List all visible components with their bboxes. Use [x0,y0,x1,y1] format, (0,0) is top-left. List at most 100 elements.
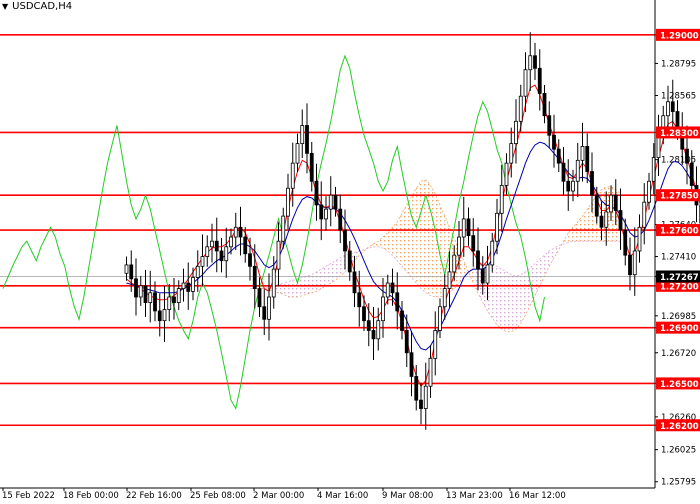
cloud-segment [307,275,312,295]
candle-body [462,219,465,237]
candle-body [177,289,180,303]
y-tick-label: 1.25795 [661,478,696,488]
candle-body [310,153,313,181]
cloud-segment [497,266,502,329]
candle-body [263,307,266,320]
candle-body [391,283,394,293]
candle-body [363,307,366,321]
x-tick-label: 15 Feb 2022 [2,491,55,500]
candle-body [410,353,413,377]
cloud-segment [507,272,512,332]
chevron-down-icon[interactable]: ▼ [2,2,8,11]
cloud-segment [288,280,293,297]
candle-body [325,209,328,219]
x-tick-label: 2 Mar 00:00 [253,491,304,500]
x-tick-label: 4 Mar 16:00 [317,491,368,500]
candle-body [619,211,622,231]
candle-body [320,205,323,219]
y-tick-label: 1.26025 [661,446,696,456]
candle-body [154,293,157,311]
candle-body [372,330,375,338]
y-tick-label: 1.28565 [661,92,696,102]
candle-body [182,283,185,289]
candle-body [505,163,508,185]
symbol-label[interactable]: ▼USDCAD,H4 [2,1,72,12]
candle-body [562,163,565,181]
candle-body [291,163,294,188]
y-tick-label: 1.28105 [661,156,696,166]
candle-body [192,277,195,291]
candle-body [215,241,218,251]
candle-body [334,195,337,209]
candle-body [348,251,351,272]
candle-body [605,212,608,227]
cloud-segment [279,283,284,294]
candle-body [258,289,261,307]
current-price-label: 1.27267 [660,273,699,283]
candle-body [168,297,171,310]
candle-body [272,269,275,297]
candle-body [339,209,342,230]
cloud-segment [412,188,417,283]
y-tick-label: 1.26985 [661,312,696,322]
x-tick-label: 13 Mar 23:00 [446,491,503,500]
candle-body [624,230,627,255]
candle-body [386,283,389,297]
candle-body [443,289,446,307]
x-tick-label: 25 Feb 08:00 [190,491,246,500]
candle-body [496,213,499,241]
candle-body [690,163,693,185]
candle-body [230,237,233,247]
candle-body [515,121,518,143]
level-price-label: 1.28300 [660,129,699,139]
candle-body [477,251,480,269]
candle-body [315,181,318,205]
candle-body [643,202,646,227]
x-tick-label: 18 Feb 00:00 [63,491,119,500]
candle-body [253,266,256,288]
level-price-label: 1.26200 [660,422,699,432]
candle-body [600,216,603,227]
candle-body [633,251,636,275]
chart-canvas[interactable]: 1.287951.285651.281051.276401.274101.269… [0,0,700,500]
candle-body [491,241,494,265]
cloud-segment [326,264,331,286]
candle-body [467,219,470,236]
candle-body [135,279,138,297]
price-chart[interactable]: 1.287951.285651.281051.276401.274101.269… [0,0,700,500]
candle-body [581,146,584,160]
cloud-segment [407,197,412,278]
candle-body [201,257,204,267]
candle-body [239,227,242,237]
candle-body [211,241,214,247]
candle-body [448,272,451,289]
candle-body [500,185,503,213]
candle-body [144,286,147,303]
candle-body [244,237,247,254]
candle-body [405,330,408,352]
candle-body [358,293,361,307]
cloud-segment [502,269,507,332]
candle-body [519,96,522,121]
candle-body [524,70,527,96]
cloud-segment [431,185,436,297]
level-price-label: 1.27600 [660,227,699,237]
cloud-segment [393,222,398,261]
candle-body [187,283,190,291]
candle-body [548,116,551,136]
candle-body [510,144,513,164]
cloud-segment [516,275,521,329]
candle-body [415,376,418,400]
candle-body [344,230,347,251]
candle-body [301,125,304,143]
candle-body [173,297,176,303]
candle-body [220,251,223,261]
cloud-segment [435,194,440,297]
candle-body [614,195,617,210]
candle-body [282,216,285,241]
cloud-segment [440,205,445,297]
candle-body [353,272,356,293]
cloud-segment [312,272,317,293]
candle-body [149,293,152,303]
candle-body [572,181,575,191]
